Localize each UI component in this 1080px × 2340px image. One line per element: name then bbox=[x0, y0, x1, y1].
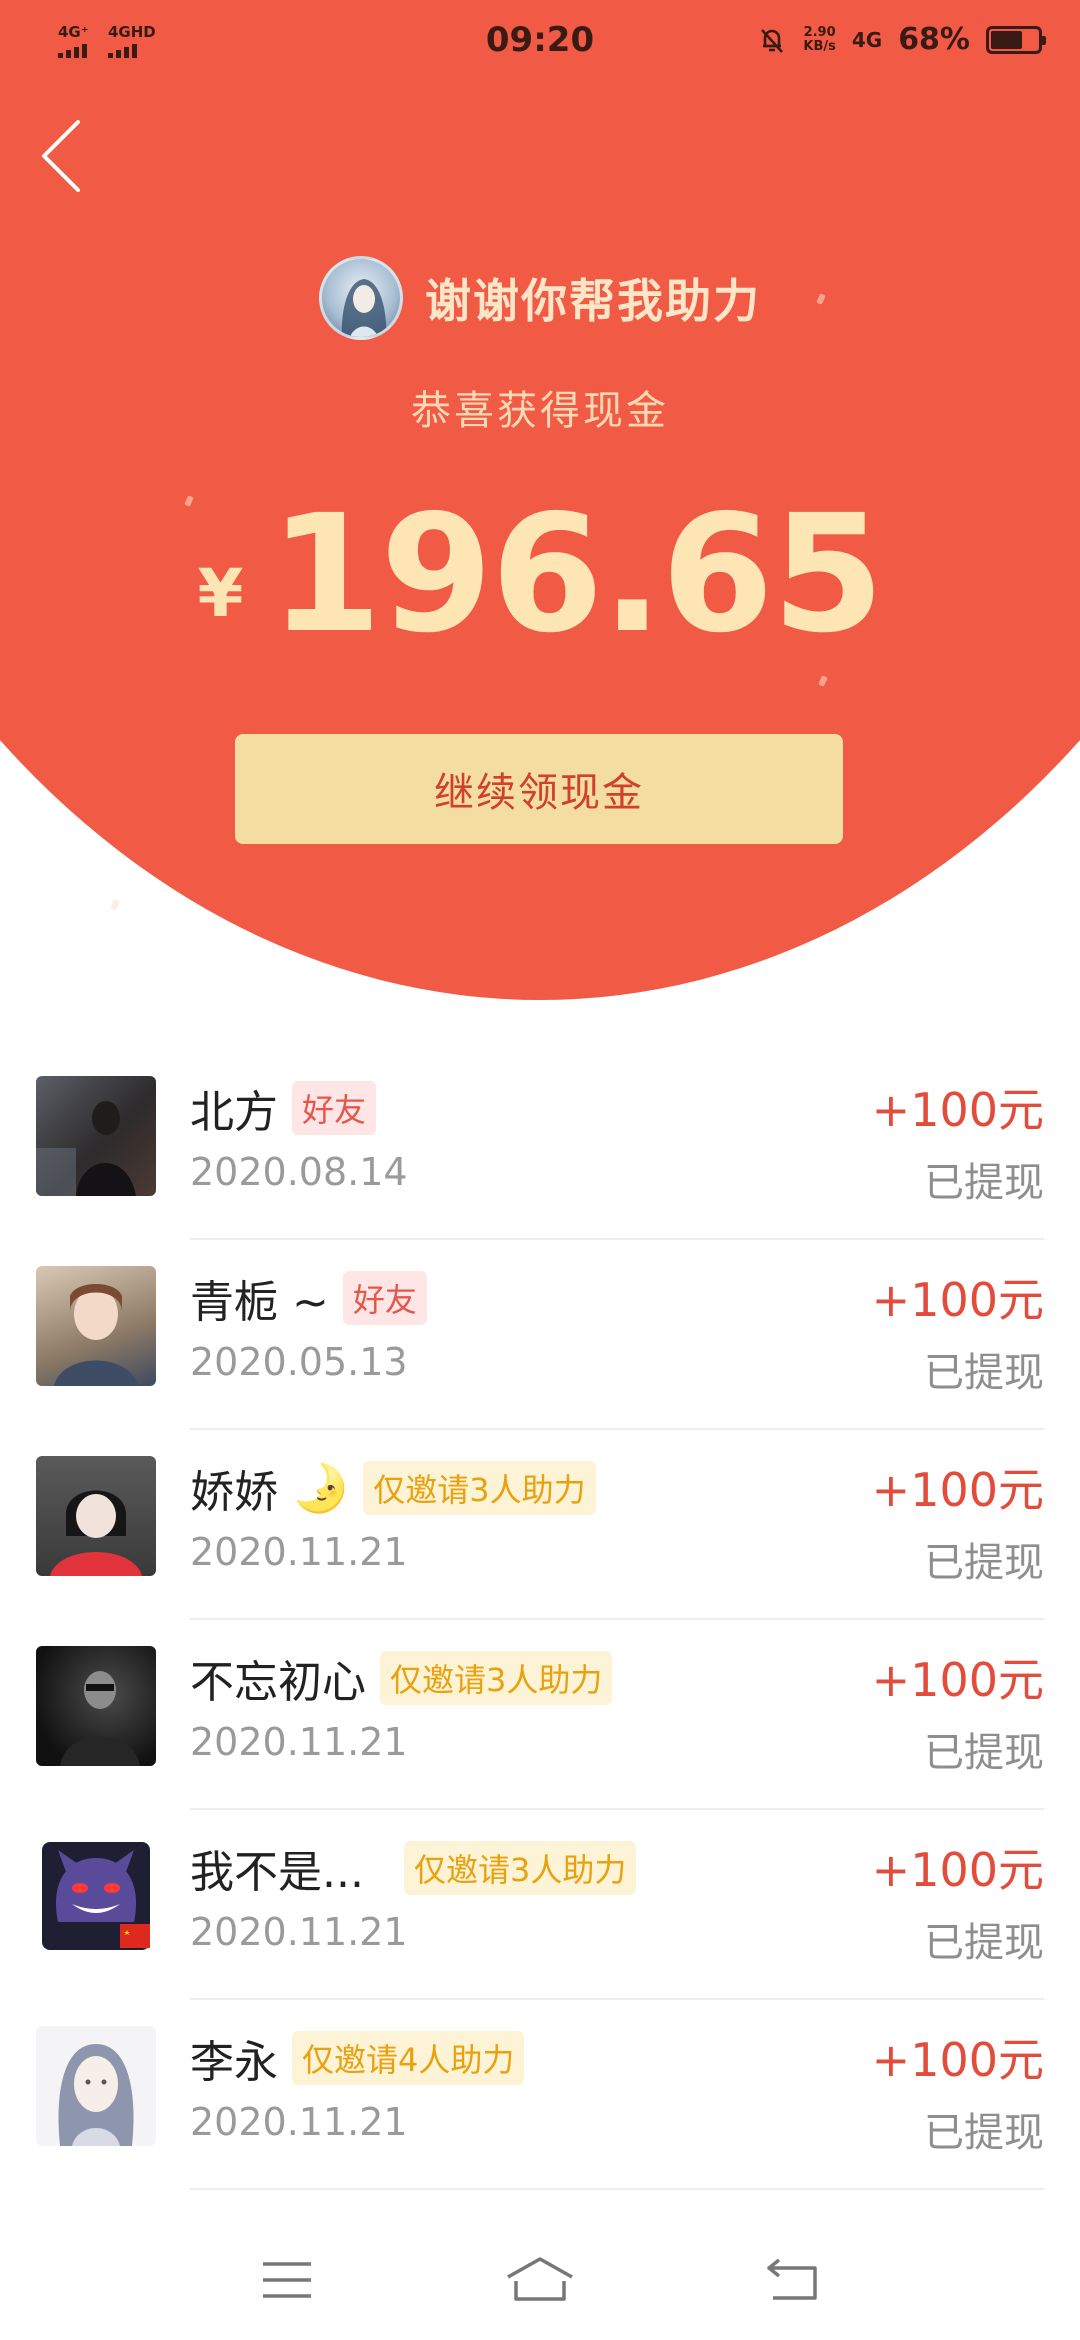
status-right: 2.90 KB/s 4G 68% bbox=[757, 22, 1046, 57]
amount-value: 196.65 bbox=[269, 481, 884, 669]
helper-date: 2020.05.13 bbox=[190, 1340, 408, 1384]
withdraw-status: 已提现 bbox=[924, 1350, 1044, 1396]
name-line: 我不是... 仅邀请3人助力 bbox=[190, 1836, 637, 1900]
invite-badge: 仅邀请3人助力 bbox=[403, 1841, 637, 1895]
avatar bbox=[36, 2026, 156, 2146]
avatar bbox=[36, 1646, 156, 1766]
withdraw-status: 已提现 bbox=[924, 1160, 1044, 1206]
helper-date: 2020.08.14 bbox=[190, 1150, 408, 1194]
list-item[interactable]: 我不是... 仅邀请3人助力 2020.11.21 +100元 已提现 bbox=[0, 1810, 1080, 2000]
currency-symbol: ¥ bbox=[197, 555, 244, 632]
network-speed: 2.90 KB/s bbox=[803, 24, 836, 54]
reward-amount: +100元 bbox=[871, 1273, 1044, 1327]
reward-amount: +100元 bbox=[871, 1653, 1044, 1707]
helper-name: 青栀 ~ bbox=[190, 1277, 329, 1328]
helper-name: 娇娇 bbox=[190, 1467, 278, 1518]
system-nav-bar bbox=[0, 2220, 1080, 2340]
withdraw-status: 已提现 bbox=[924, 1540, 1044, 1586]
screen: 4G⁺ 4GHD 09:20 2.90 KB/s 4G 68% 谢谢你帮我助力 … bbox=[0, 0, 1080, 2340]
withdraw-status: 已提现 bbox=[924, 1730, 1044, 1776]
divider bbox=[190, 2188, 1044, 2190]
helper-date: 2020.11.21 bbox=[190, 1720, 408, 1764]
home-icon bbox=[507, 2257, 573, 2301]
reward-amount: +100元 bbox=[871, 1463, 1044, 1517]
helper-date: 2020.11.21 bbox=[190, 2100, 408, 2144]
menu-icon bbox=[262, 2262, 311, 2298]
speed-unit: KB/s bbox=[803, 38, 836, 54]
helper-date: 2020.11.21 bbox=[190, 1530, 408, 1574]
helper-name: 李永 bbox=[190, 2037, 278, 2088]
list-item[interactable]: 娇娇 🌛 仅邀请3人助力 2020.11.21 +100元 已提现 bbox=[0, 1430, 1080, 1620]
helper-name: 我不是... bbox=[190, 1847, 364, 1898]
battery-percent: 68% bbox=[898, 22, 970, 57]
list-item[interactable]: 北方 好友 2020.08.14 +100元 已提现 bbox=[0, 1050, 1080, 1240]
name-line: 北方 好友 bbox=[190, 1076, 377, 1140]
avatar bbox=[319, 256, 403, 340]
return-icon bbox=[767, 2258, 818, 2300]
avatar bbox=[36, 1266, 156, 1386]
subtitle: 恭喜获得现金 bbox=[411, 388, 669, 434]
helper-date: 2020.11.21 bbox=[190, 1910, 408, 1954]
status-bar: 4G⁺ 4GHD 09:20 2.90 KB/s 4G 68% bbox=[0, 0, 1080, 84]
return-button[interactable] bbox=[753, 2245, 833, 2315]
invite-badge: 仅邀请3人助力 bbox=[363, 1461, 596, 1515]
avatar bbox=[36, 1076, 156, 1196]
list-item[interactable]: 不忘初心 仅邀请3人助力 2020.11.21 +100元 已提现 bbox=[0, 1620, 1080, 1810]
avatar bbox=[36, 1456, 156, 1576]
reward-amount: +100元 bbox=[871, 1843, 1044, 1897]
helper-list: 北方 好友 2020.08.14 +100元 已提现 青栀 ~ 好友 2020.… bbox=[0, 1050, 1080, 2190]
invite-badge: 仅邀请4人助力 bbox=[292, 2031, 525, 2085]
continue-claim-button[interactable]: 继续领现金 bbox=[235, 734, 843, 844]
withdraw-status: 已提现 bbox=[924, 1920, 1044, 1966]
name-line: 李永 仅邀请4人助力 bbox=[190, 2026, 525, 2090]
friend-badge: 好友 bbox=[342, 1271, 427, 1325]
back-button[interactable] bbox=[30, 110, 100, 200]
home-button[interactable] bbox=[500, 2245, 580, 2315]
cash-amount: ¥ 196.65 bbox=[0, 490, 1080, 660]
helper-name: 不忘初心 bbox=[190, 1657, 366, 1708]
chevron-left-icon bbox=[42, 120, 80, 192]
friend-badge: 好友 bbox=[292, 1081, 377, 1135]
name-line: 娇娇 🌛 仅邀请3人助力 bbox=[190, 1456, 596, 1520]
avatar bbox=[36, 1836, 156, 1956]
list-item[interactable]: 青栀 ~ 好友 2020.05.13 +100元 已提现 bbox=[0, 1240, 1080, 1430]
network-type: 4G bbox=[851, 27, 883, 52]
name-line: 青栀 ~ 好友 bbox=[190, 1266, 427, 1330]
invite-badge: 仅邀请3人助力 bbox=[380, 1651, 613, 1705]
battery-icon bbox=[986, 25, 1046, 54]
portrait-icon bbox=[341, 279, 387, 337]
reward-amount: +100元 bbox=[871, 2033, 1044, 2087]
list-item[interactable]: 李永 仅邀请4人助力 2020.11.21 +100元 已提现 bbox=[0, 2000, 1080, 2190]
page-title: 谢谢你帮我助力 bbox=[425, 274, 761, 328]
speed-value: 2.90 bbox=[803, 24, 836, 40]
title-row: 谢谢你帮我助力 bbox=[0, 256, 1080, 340]
name-line: 不忘初心 仅邀请3人助力 bbox=[190, 1646, 613, 1710]
withdraw-status: 已提现 bbox=[924, 2110, 1044, 2156]
bell-muted-icon bbox=[761, 28, 784, 53]
moon-emoji: 🌛 bbox=[292, 1460, 350, 1515]
reward-amount: +100元 bbox=[871, 1083, 1044, 1137]
helper-name: 北方 bbox=[190, 1087, 278, 1138]
battery-level bbox=[991, 30, 1023, 49]
sparkle-decoration bbox=[110, 899, 120, 911]
menu-button[interactable] bbox=[247, 2245, 327, 2315]
